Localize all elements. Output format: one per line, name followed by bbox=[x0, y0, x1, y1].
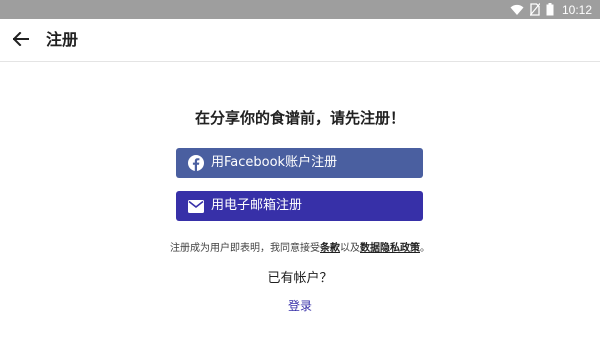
facebook-icon bbox=[187, 154, 205, 172]
envelope-icon bbox=[187, 197, 205, 215]
terms-link[interactable]: 条款 bbox=[320, 243, 340, 254]
email-signup-button[interactable]: 用电子邮箱注册 bbox=[176, 191, 423, 221]
terms-prefix: 注册成为用户即表明，我同意接受 bbox=[170, 243, 320, 254]
back-button[interactable] bbox=[10, 29, 32, 51]
wifi-icon bbox=[510, 4, 524, 16]
no-sim-icon bbox=[529, 3, 540, 16]
terms-middle: 以及 bbox=[340, 243, 360, 254]
have-account-prompt: 已有帐户？ bbox=[267, 271, 333, 286]
terms-notice: 注册成为用户即表明，我同意接受条款以及数据隐私政策。 bbox=[0, 242, 600, 256]
page-title: 注册 bbox=[46, 30, 79, 49]
facebook-signup-label: 用Facebook账户注册 bbox=[211, 155, 338, 170]
status-time: 10:12 bbox=[561, 2, 592, 17]
back-arrow-icon bbox=[12, 31, 29, 50]
facebook-signup-button[interactable]: 用Facebook账户注册 bbox=[176, 148, 423, 178]
status-bar: 10:12 bbox=[0, 0, 600, 19]
status-icons: 10:12 bbox=[510, 0, 592, 19]
privacy-policy-link[interactable]: 数据隐私政策 bbox=[360, 243, 420, 254]
login-link[interactable]: 登录 bbox=[270, 298, 330, 314]
app-bar: 注册 bbox=[0, 19, 600, 62]
signup-headline: 在分享你的食谱前，请先注册！ bbox=[194, 109, 405, 127]
email-signup-label: 用电子邮箱注册 bbox=[211, 198, 303, 213]
terms-suffix: 。 bbox=[420, 243, 430, 254]
battery-icon bbox=[546, 3, 554, 16]
